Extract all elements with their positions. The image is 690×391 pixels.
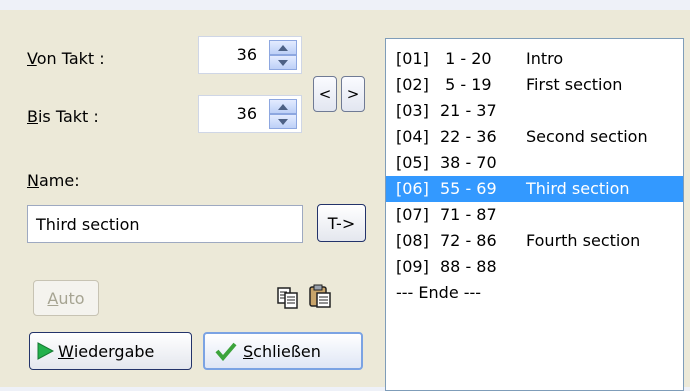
checkmark-icon	[215, 342, 237, 361]
list-item[interactable]: [08] 72 - 86 Fourth section	[386, 228, 683, 254]
to-bar-value[interactable]: 36	[237, 104, 257, 123]
name-label: Name:	[27, 171, 80, 190]
play-label: iedergabe	[73, 341, 155, 361]
arrow-up-icon	[278, 44, 288, 51]
from-bar-label-mnemonic: V	[27, 49, 37, 68]
next-section-button[interactable]: >	[341, 76, 365, 112]
auto-button[interactable]: Auto	[33, 280, 99, 316]
list-item[interactable]: [09] 88 - 88	[386, 254, 683, 280]
list-item[interactable]: [02] 5 - 19 First section	[386, 72, 683, 98]
from-bar-up-button[interactable]	[269, 40, 297, 55]
list-item-selected[interactable]: [06] 55 - 69 Third section	[386, 176, 683, 202]
play-mnemonic: W	[58, 341, 74, 361]
list-item[interactable]: [01] 1 - 20 Intro	[386, 46, 683, 72]
to-bar-label-text: is Takt :	[37, 107, 99, 126]
play-button[interactable]: Wiedergabe	[29, 332, 192, 370]
to-bar-label: Bis Takt :	[27, 107, 99, 126]
list-end-marker: --- Ende ---	[396, 283, 482, 302]
to-bar-up-button[interactable]	[269, 99, 297, 114]
section-list[interactable]: [01] 1 - 20 Intro [02] 5 - 19 First sectio…	[385, 38, 684, 391]
apply-name-button[interactable]: T->	[317, 204, 366, 242]
paste-icon[interactable]	[308, 284, 332, 308]
close-label: chließen	[253, 341, 321, 361]
dialog-panel: Von Takt : 36 Bis Takt : 36 < > Name: Th…	[0, 10, 690, 391]
arrow-up-icon	[278, 103, 288, 110]
arrow-down-icon	[278, 118, 288, 125]
name-label-text: ame:	[38, 171, 80, 190]
from-bar-down-button[interactable]	[269, 55, 297, 70]
section-name-field[interactable]: Third section	[27, 205, 303, 243]
list-item[interactable]: [03] 21 - 37	[386, 98, 683, 124]
play-icon	[37, 342, 54, 360]
name-label-mnemonic: N	[27, 171, 39, 190]
close-button[interactable]: Schließen	[203, 332, 363, 370]
copy-icon[interactable]	[276, 286, 300, 310]
from-bar-spinner[interactable]: 36	[198, 36, 302, 74]
from-bar-spin-buttons	[269, 40, 297, 70]
list-item[interactable]: [05] 38 - 70	[386, 150, 683, 176]
to-bar-spin-buttons	[269, 99, 297, 129]
from-bar-label-text: on Takt :	[36, 49, 105, 68]
auto-label: uto	[58, 288, 85, 308]
from-bar-value[interactable]: 36	[237, 45, 257, 64]
list-item[interactable]: [07] 71 - 87	[386, 202, 683, 228]
previous-section-button[interactable]: <	[313, 76, 337, 112]
to-bar-spinner[interactable]: 36	[198, 95, 302, 133]
to-bar-label-mnemonic: B	[27, 107, 38, 126]
list-item[interactable]: [04] 22 - 36 Second section	[386, 124, 683, 150]
to-bar-down-button[interactable]	[269, 114, 297, 129]
nav-buttons: < >	[313, 76, 369, 112]
arrow-down-icon	[278, 59, 288, 66]
auto-mnemonic: A	[47, 288, 59, 308]
close-mnemonic: S	[243, 341, 254, 361]
from-bar-label: Von Takt :	[27, 49, 105, 68]
